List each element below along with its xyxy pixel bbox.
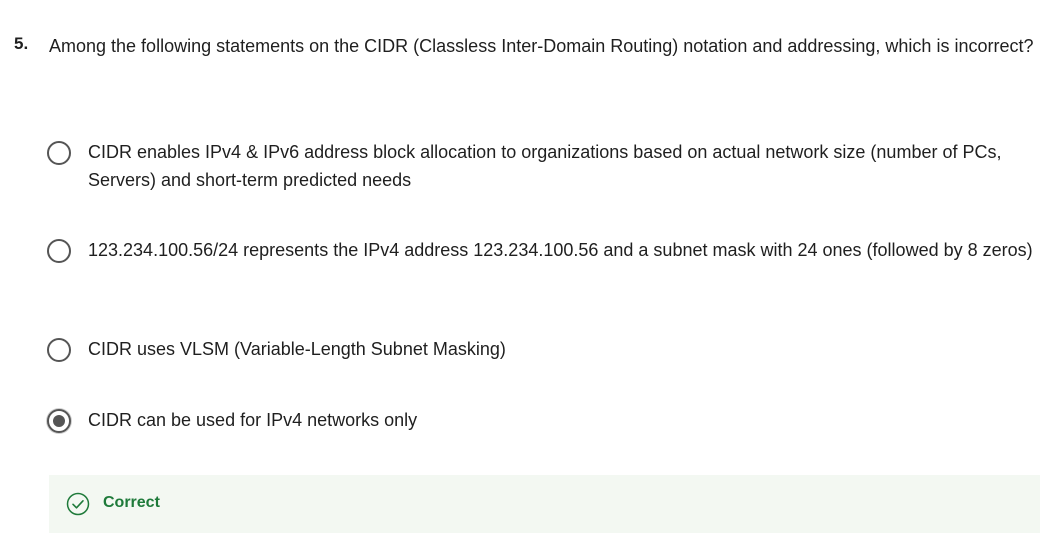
option-4-label: CIDR can be used for IPv4 networks only xyxy=(88,410,418,430)
question-text: Among the following statements on the CI… xyxy=(49,36,1034,56)
radio-button-option-4-selected[interactable] xyxy=(47,409,71,433)
option-2-label: 123.234.100.56/24 represents the IPv4 ad… xyxy=(88,240,1033,260)
option-3-label: CIDR uses VLSM (Variable-Length Subnet M… xyxy=(88,339,506,359)
feedback-label: Correct xyxy=(103,494,160,511)
question-number: 5. xyxy=(14,34,29,53)
check-circle-icon xyxy=(66,492,90,516)
feedback-panel: Correct xyxy=(49,475,1040,533)
radio-button-option-3[interactable] xyxy=(47,338,71,362)
option-1-label: CIDR enables IPv4 & IPv6 address block a… xyxy=(88,142,1002,190)
radio-button-option-1[interactable] xyxy=(47,141,71,165)
radio-button-option-2[interactable] xyxy=(47,239,71,263)
